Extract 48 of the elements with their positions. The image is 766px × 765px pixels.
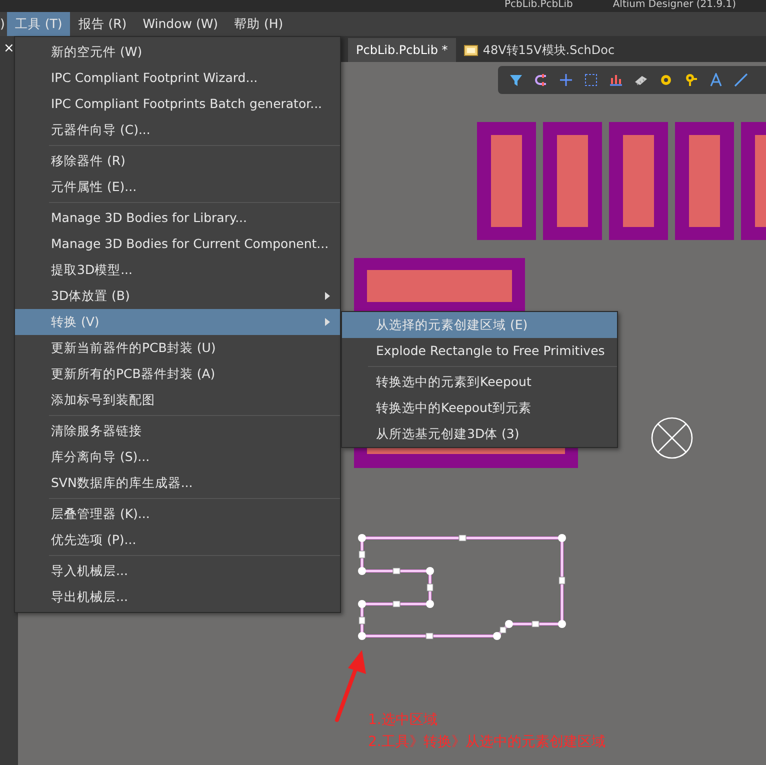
menu-item[interactable]: 提取3D模型... bbox=[15, 257, 340, 283]
schematic-file-icon bbox=[464, 44, 478, 56]
pointer-arrow bbox=[335, 650, 366, 722]
menu-item[interactable]: 转换选中的Keepout到元素 bbox=[342, 395, 617, 421]
menu-bar-item[interactable]: ) bbox=[0, 12, 7, 36]
menu-item[interactable]: 元件属性 (E)... bbox=[15, 174, 340, 200]
menu-item[interactable]: 移除器件 (R) bbox=[15, 148, 340, 174]
menu-bar-item[interactable]: Window (W) bbox=[134, 12, 226, 36]
menu-item[interactable]: 清除服务器链接 bbox=[15, 418, 340, 444]
hole-marker-icon bbox=[651, 417, 693, 459]
document-tab[interactable]: 48V转15V模块.SchDoc bbox=[456, 38, 623, 62]
menu-item[interactable]: 新的空元件 (W) bbox=[15, 39, 340, 65]
menu-item[interactable]: IPC Compliant Footprint Wizard... bbox=[15, 65, 340, 91]
document-tab[interactable]: PcbLib.PcbLib * bbox=[348, 38, 456, 62]
menu-item[interactable]: 导出机械层... bbox=[15, 584, 340, 610]
filter-icon[interactable] bbox=[508, 73, 524, 87]
menu-item[interactable]: Manage 3D Bodies for Library... bbox=[15, 205, 340, 231]
submenu-arrow-icon bbox=[325, 292, 330, 300]
line-icon[interactable] bbox=[733, 73, 749, 87]
menu-item[interactable]: 3D体放置 (B) bbox=[15, 283, 340, 309]
menu-item[interactable]: Explode Rectangle to Free Primitives bbox=[342, 338, 617, 364]
menu-item[interactable]: 从所选基元创建3D体 (3) bbox=[342, 421, 617, 447]
submenu-arrow-icon bbox=[325, 318, 330, 326]
pin-icon[interactable] bbox=[683, 73, 699, 87]
close-button[interactable]: × bbox=[4, 42, 14, 56]
menu-item[interactable]: 优先选项 (P)... bbox=[15, 527, 340, 553]
annotation-text: 2.工具》转换》从选中的元素创建区域 bbox=[368, 733, 606, 751]
menu-item[interactable]: Manage 3D Bodies for Current Component... bbox=[15, 231, 340, 257]
menu-bar-item[interactable]: 报告 (R) bbox=[70, 12, 135, 36]
menu-bar-item[interactable]: 帮助 (H) bbox=[226, 12, 292, 36]
menu-item[interactable]: SVN数据库的库生成器... bbox=[15, 470, 340, 496]
menu-item[interactable]: 转换选中的元素到Keepout bbox=[342, 369, 617, 395]
menu-item[interactable]: 库分离向导 (S)... bbox=[15, 444, 340, 470]
menu-item[interactable]: 更新所有的PCB器件封装 (A) bbox=[15, 361, 340, 387]
annotation-text: 1.选中区域 bbox=[368, 711, 438, 729]
menu-item[interactable]: 添加标号到装配图 bbox=[15, 387, 340, 413]
menu-item[interactable]: 元器件向导 (C)... bbox=[15, 117, 340, 143]
ring-icon[interactable] bbox=[658, 73, 674, 87]
chip-icon[interactable] bbox=[633, 73, 649, 87]
crosshair-icon[interactable] bbox=[558, 73, 574, 87]
menu-item[interactable]: 更新当前器件的PCB封装 (U) bbox=[15, 335, 340, 361]
text-icon[interactable] bbox=[708, 73, 724, 87]
menu-item[interactable]: IPC Compliant Footprints Batch generator... bbox=[15, 91, 340, 117]
menu-item[interactable]: 层叠管理器 (K)... bbox=[15, 501, 340, 527]
bar-chart-icon[interactable] bbox=[608, 73, 624, 87]
selection-rectangle-icon[interactable] bbox=[583, 73, 599, 87]
menu-item[interactable]: 导入机械层... bbox=[15, 558, 340, 584]
magnet-icon[interactable] bbox=[533, 73, 549, 87]
